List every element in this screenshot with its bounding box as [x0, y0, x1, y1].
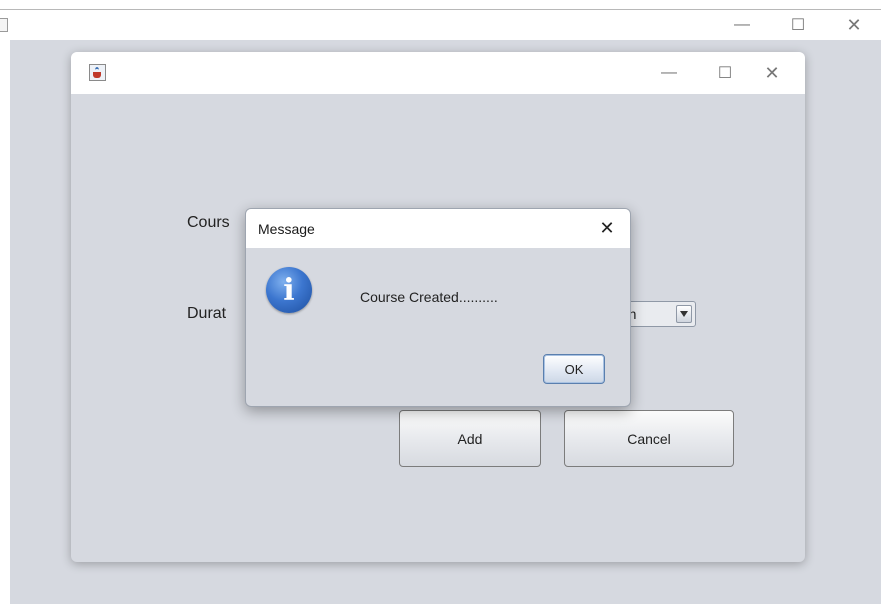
minimize-icon: — — [661, 64, 677, 81]
outer-minimize-button[interactable]: — — [719, 10, 765, 40]
outer-app-icon — [0, 18, 8, 32]
outer-window-bottom-strip — [0, 604, 881, 608]
ok-button[interactable]: OK — [543, 354, 605, 384]
close-icon: ✕ — [599, 217, 615, 238]
maximize-icon: ☐ — [790, 17, 806, 34]
dialog-titlebar: Message ✕ — [246, 209, 630, 248]
java-app-icon — [89, 64, 106, 81]
java-cup-shape — [93, 72, 101, 78]
information-icon: i — [266, 267, 312, 313]
inner-maximize-button[interactable]: ☐ — [702, 52, 748, 94]
message-dialog: Message ✕ i Course Created.......... OK — [245, 208, 631, 407]
outer-close-button[interactable]: ✕ — [831, 10, 877, 40]
dialog-close-button[interactable]: ✕ — [592, 213, 622, 243]
maximize-icon: ☐ — [717, 65, 733, 82]
dialog-title: Message — [258, 221, 315, 237]
minimize-icon: — — [734, 16, 750, 33]
cancel-button[interactable]: Cancel — [564, 410, 734, 467]
info-glyph: i — [283, 272, 295, 308]
add-button[interactable]: Add — [399, 410, 541, 467]
outer-maximize-button[interactable]: ☐ — [775, 10, 821, 40]
inner-minimize-button[interactable]: — — [646, 52, 692, 94]
course-name-label: Cours — [187, 214, 230, 231]
dialog-message: Course Created.......... — [360, 289, 498, 305]
inner-close-button[interactable]: ✕ — [749, 52, 795, 94]
dropdown-arrow-icon[interactable] — [676, 305, 692, 323]
duration-label: Durat — [187, 305, 227, 322]
close-icon: ✕ — [764, 62, 780, 83]
inner-titlebar: — ☐ ✕ — [71, 52, 805, 94]
close-icon: ✕ — [846, 14, 862, 35]
